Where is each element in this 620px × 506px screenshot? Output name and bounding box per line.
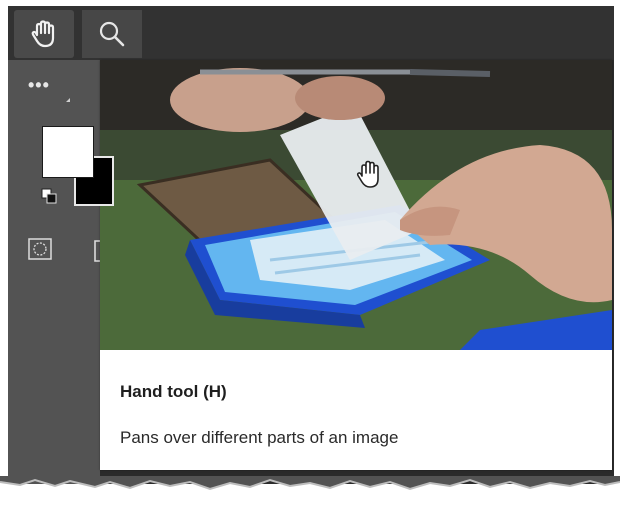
zoom-tool-button[interactable] [82, 10, 142, 58]
tooltip-description: Pans over different parts of an image [120, 428, 399, 447]
tooltip-preview-image [100, 60, 612, 350]
tooltip-title: Hand tool (H) [120, 382, 227, 401]
tool-options-strip [8, 6, 614, 60]
hand-tool-button[interactable] [14, 10, 74, 58]
torn-paper-edge [0, 476, 620, 491]
more-tools-button[interactable]: ••• [28, 76, 50, 94]
hand-icon [31, 20, 55, 48]
default-colors-icon[interactable] [41, 188, 57, 204]
magnifier-icon [99, 21, 125, 47]
rich-tooltip: Hand tool (H) Pans over different parts … [100, 60, 612, 470]
tools-panel: ••• [8, 60, 114, 484]
more-tools-corner-icon [66, 98, 70, 102]
quick-mask-icon[interactable] [28, 238, 52, 260]
foreground-color-swatch[interactable] [42, 126, 94, 178]
